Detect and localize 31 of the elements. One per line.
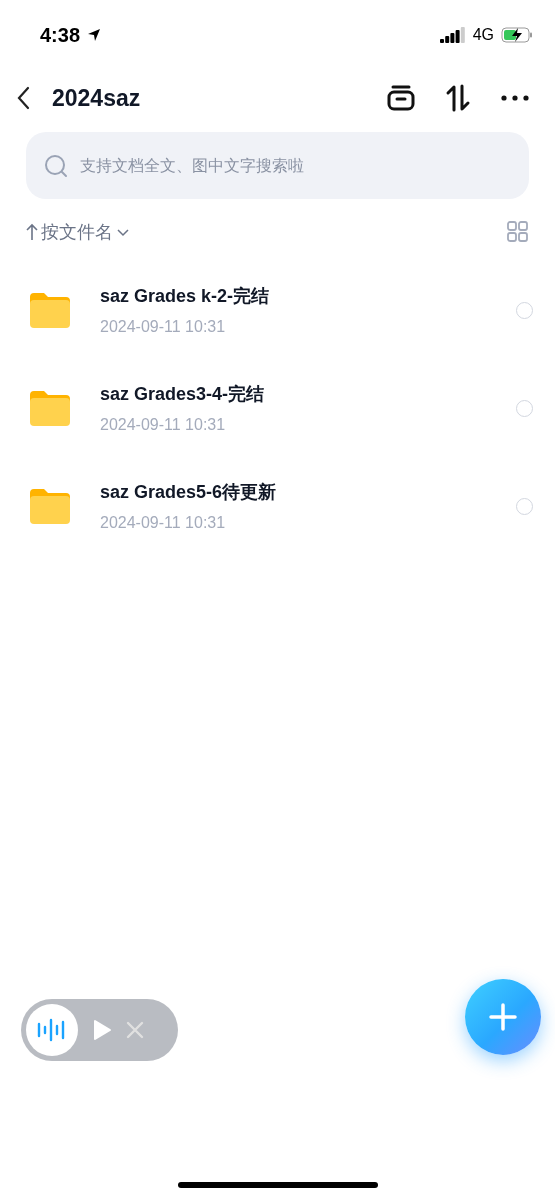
folder-name: saz Grades k-2-完结 <box>100 285 271 308</box>
grid-view-icon[interactable] <box>507 221 529 243</box>
battery-charging-icon <box>501 27 533 43</box>
network-type: 4G <box>472 26 494 44</box>
folder-icon <box>28 389 72 427</box>
search-icon <box>44 153 68 178</box>
folder-row[interactable]: saz Grades k-2-完结 2024-09-11 10:31 <box>0 261 555 359</box>
signal-icon <box>439 27 466 43</box>
add-button[interactable] <box>465 979 541 1055</box>
plus-icon <box>488 1002 518 1032</box>
waveform-button[interactable] <box>26 1004 78 1056</box>
folder-name: saz Grades5-6待更新 <box>100 481 278 504</box>
location-arrow-icon <box>87 28 102 42</box>
status-time: 4:38 <box>40 23 81 47</box>
arrow-up-icon <box>26 223 38 241</box>
folder-row[interactable]: saz Grades3-4-完结 2024-09-11 10:31 <box>0 359 555 457</box>
waveform-icon <box>37 1018 67 1042</box>
folder-date: 2024-09-11 10:31 <box>100 318 227 336</box>
folder-date: 2024-09-11 10:31 <box>100 416 227 434</box>
chevron-down-icon <box>116 227 130 237</box>
play-button[interactable] <box>92 1018 112 1042</box>
folder-name: saz Grades3-4-完结 <box>100 383 266 406</box>
folder-date: 2024-09-11 10:31 <box>100 514 227 532</box>
folder-icon <box>28 487 72 525</box>
folder-icon <box>28 291 72 329</box>
sort-button[interactable]: 按文件名 <box>26 220 130 244</box>
folder-title: 2024saz <box>52 84 142 112</box>
folder-row[interactable]: saz Grades5-6待更新 2024-09-11 10:31 <box>0 457 555 555</box>
search-field[interactable]: 支持文档全文、图中文字搜索啦 <box>78 155 511 176</box>
search-bar[interactable]: 支持文档全文、图中文字搜索啦 <box>26 132 529 199</box>
close-button[interactable] <box>126 1021 144 1039</box>
